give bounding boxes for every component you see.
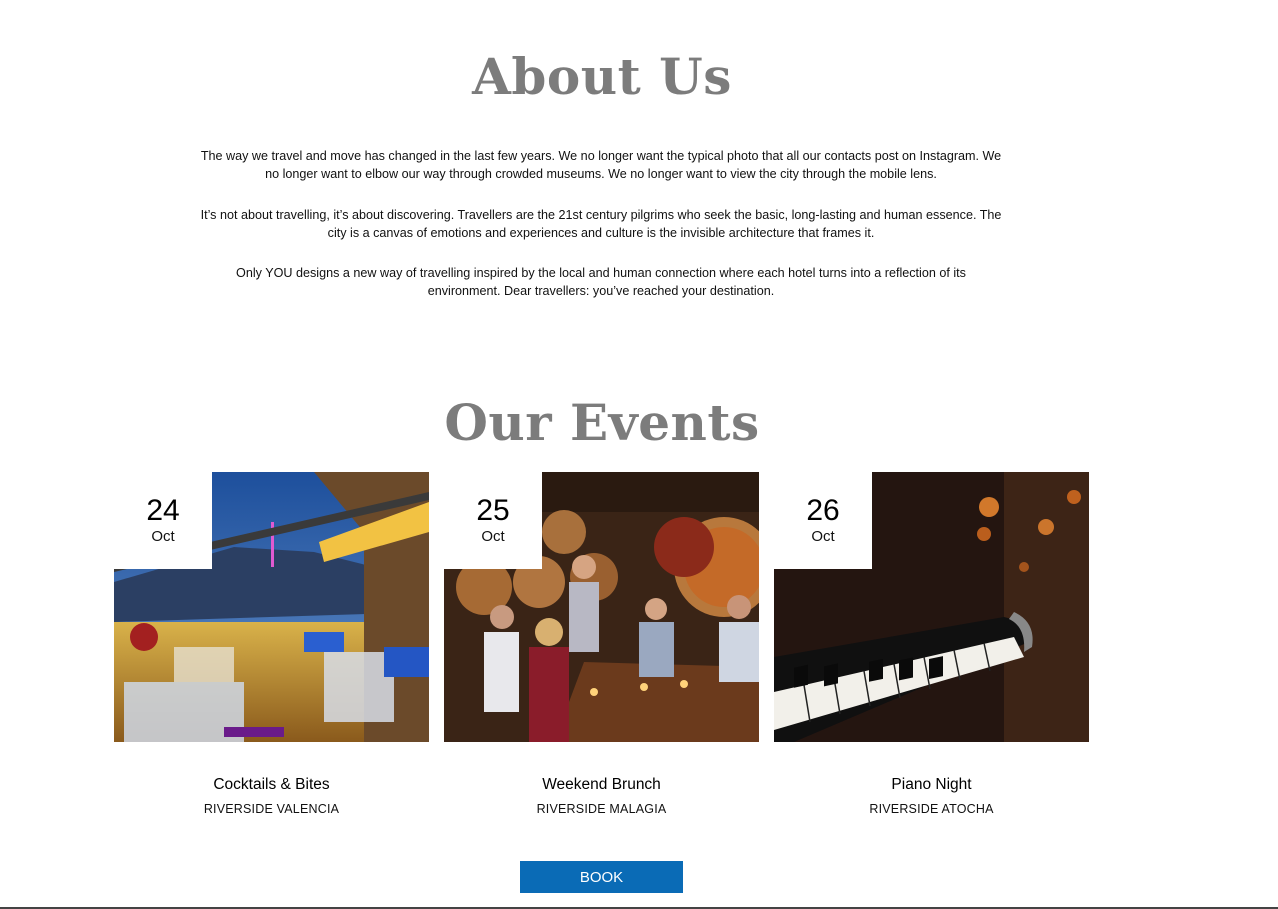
event-title[interactable]: Cocktails & Bites (114, 775, 429, 795)
event-date-month: Oct (481, 528, 505, 545)
event-date-day: 24 (146, 494, 180, 527)
event-date-day: 25 (476, 494, 510, 527)
event-title[interactable]: Piano Night (774, 775, 1089, 795)
event-location: RIVERSIDE ATOCHA (869, 802, 994, 816)
events-title: Our Events (444, 393, 760, 452)
about-paragraph-1: The way we travel and move has changed i… (200, 148, 1002, 181)
book-button[interactable]: BOOK (520, 861, 683, 893)
event-date-badge: 25 Oct (444, 472, 542, 569)
about-title: About Us (472, 47, 732, 106)
event-location: RIVERSIDE MALAGIA (536, 802, 667, 816)
event-date-badge: 26 Oct (774, 472, 872, 569)
event-title[interactable]: Weekend Brunch (444, 775, 759, 795)
about-paragraph-3: Only YOU designs a new way of travelling… (236, 265, 966, 298)
event-date-badge: 24 Oct (114, 472, 212, 569)
event-location: RIVERSIDE VALENCIA (203, 802, 340, 816)
about-paragraph-2: It’s not about travelling, it’s about di… (200, 207, 1002, 240)
event-date-month: Oct (811, 528, 835, 545)
event-date-month: Oct (151, 528, 175, 545)
event-date-day: 26 (806, 494, 840, 527)
